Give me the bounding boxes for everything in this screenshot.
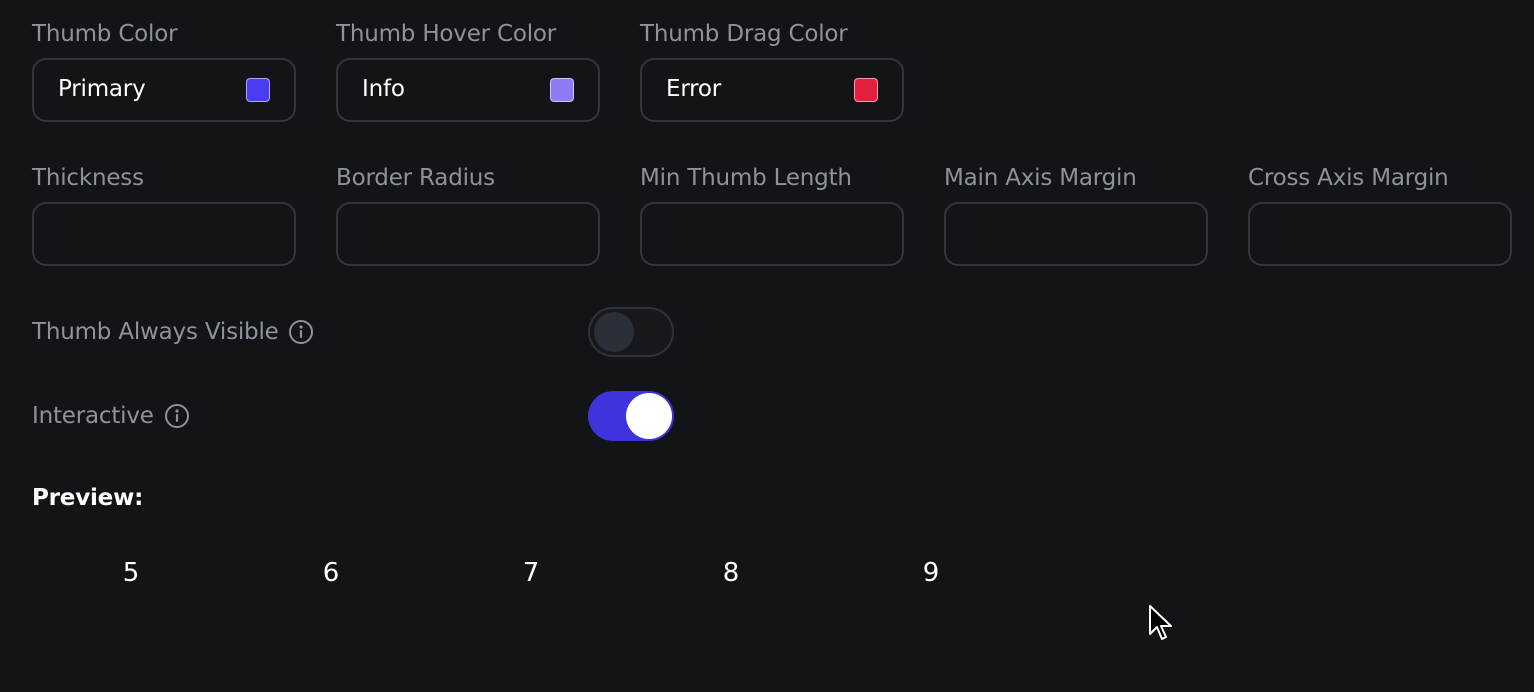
preview-title: Preview:: [32, 485, 144, 511]
thickness-input[interactable]: [32, 202, 296, 266]
toggle-knob: [594, 312, 634, 352]
thumb-always-visible-toggle[interactable]: [588, 307, 674, 357]
thumb-hover-color-value: Info: [362, 76, 405, 102]
preview-item: 7: [522, 558, 540, 588]
preview-item: 8: [722, 558, 740, 588]
preview-item: 9: [922, 558, 940, 588]
preview-item: 6: [322, 558, 340, 588]
info-icon[interactable]: [288, 319, 314, 345]
thumb-drag-color-value: Error: [666, 76, 722, 102]
min-thumb-length-input[interactable]: [640, 202, 904, 266]
thumb-color-value: Primary: [58, 76, 146, 102]
info-icon[interactable]: [164, 403, 190, 429]
thumb-always-visible-label: Thumb Always Visible: [32, 319, 279, 345]
interactive-label: Interactive: [32, 403, 154, 429]
preview-item: 5: [122, 558, 140, 588]
border-radius-label: Border Radius: [336, 165, 495, 191]
thickness-label: Thickness: [32, 165, 144, 191]
thumb-color-label: Thumb Color: [32, 21, 178, 47]
thumb-drag-color-swatch: [854, 78, 878, 102]
main-axis-margin-input[interactable]: [944, 202, 1208, 266]
thumb-color-select[interactable]: Primary: [32, 58, 296, 122]
thumb-hover-color-label: Thumb Hover Color: [336, 21, 557, 47]
interactive-toggle[interactable]: [588, 391, 674, 441]
thumb-drag-color-select[interactable]: Error: [640, 58, 904, 122]
min-thumb-length-label: Min Thumb Length: [640, 165, 852, 191]
thumb-drag-color-label: Thumb Drag Color: [640, 21, 848, 47]
thumb-color-swatch: [246, 78, 270, 102]
mouse-cursor-icon: [1149, 605, 1172, 640]
thumb-hover-color-swatch: [550, 78, 574, 102]
main-axis-margin-label: Main Axis Margin: [944, 165, 1137, 191]
border-radius-input[interactable]: [336, 202, 600, 266]
thumb-hover-color-select[interactable]: Info: [336, 58, 600, 122]
toggle-knob: [626, 393, 672, 439]
cross-axis-margin-input[interactable]: [1248, 202, 1512, 266]
cross-axis-margin-label: Cross Axis Margin: [1248, 165, 1449, 191]
